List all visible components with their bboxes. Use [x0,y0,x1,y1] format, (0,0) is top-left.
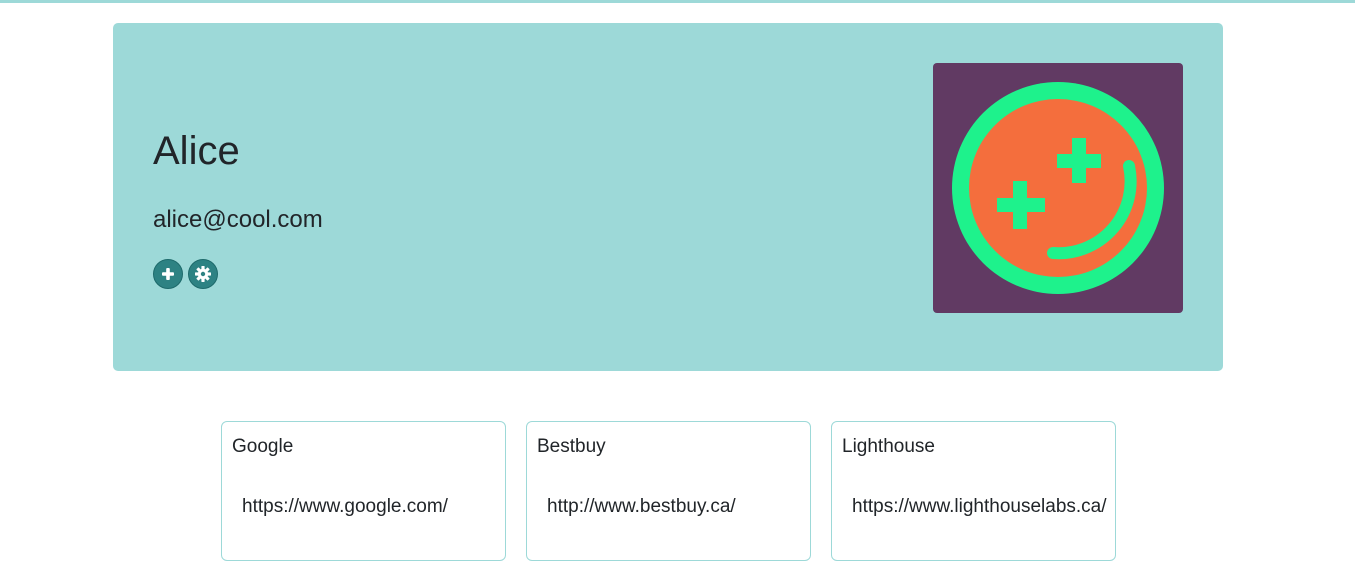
avatar [933,63,1183,313]
top-accent-bar [0,0,1355,3]
url-card-title: Google [232,436,294,457]
url-card-link[interactable]: https://www.lighthouselabs.ca/ [852,496,1107,518]
profile-card: Alice alice@cool.com [113,23,1223,371]
settings-button[interactable] [188,259,218,289]
plus-circle-icon [162,268,174,280]
profile-email: alice@cool.com [153,206,323,233]
url-card[interactable]: Lighthouse https://www.lighthouselabs.ca… [831,421,1116,561]
url-card-link[interactable]: http://www.bestbuy.ca/ [547,496,736,518]
url-card-title: Lighthouse [842,436,935,457]
url-card-title: Bestbuy [537,436,606,457]
url-card[interactable]: Bestbuy http://www.bestbuy.ca/ [526,421,811,561]
profile-name: Alice [153,129,240,173]
add-url-button[interactable] [153,259,183,289]
gear-icon [195,266,211,282]
smiley-plus-icon [952,82,1164,294]
url-card[interactable]: Google https://www.google.com/ [221,421,506,561]
url-card-link[interactable]: https://www.google.com/ [242,496,448,518]
profile-actions [153,259,218,289]
